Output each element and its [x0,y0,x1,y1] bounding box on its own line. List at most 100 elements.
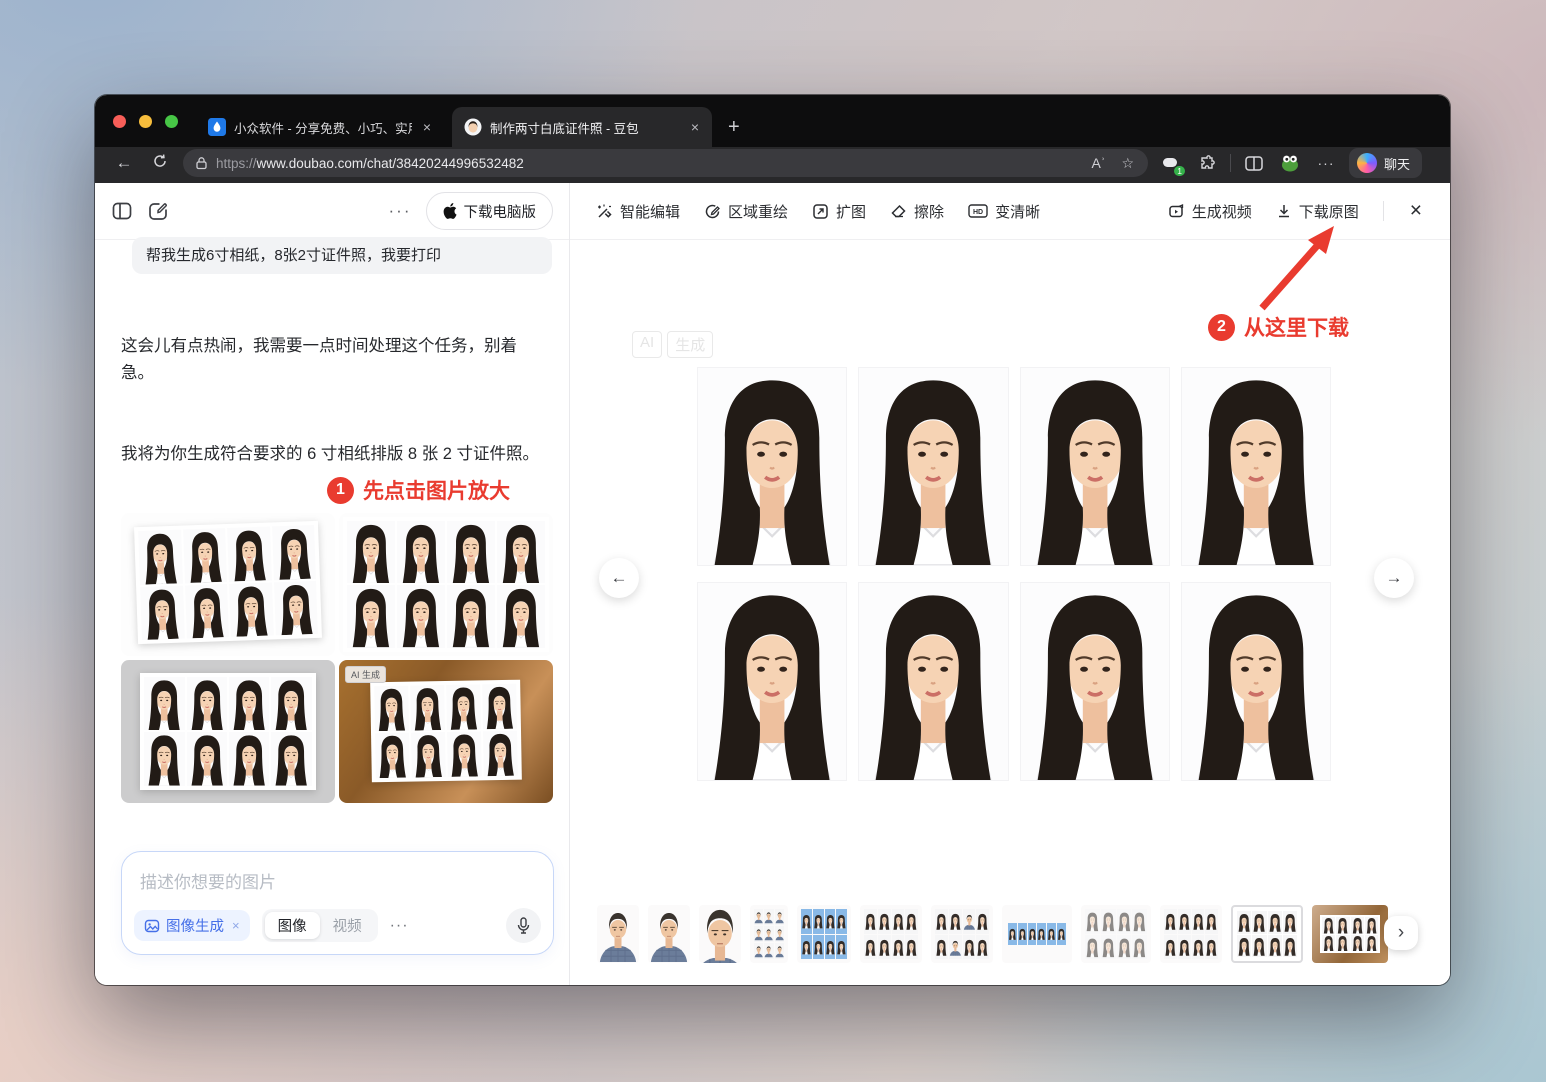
smart-edit-button[interactable]: 智能编辑 [596,201,680,222]
voice-input-button[interactable] [506,908,541,943]
erase-label: 擦除 [914,201,944,222]
annotation-1-text: 先点击图片放大 [363,475,510,505]
browser-titlebar: 小众软件 - 分享免费、小巧、实用 × 制作两寸白底证件照 - 豆包 × + [95,95,1450,147]
generated-image-1[interactable] [121,513,335,656]
strip-thumb-blue-row[interactable] [1002,905,1072,963]
generated-image-3[interactable] [121,660,335,803]
ai-generated-badge: AI 生成 [345,666,386,683]
extensions-puzzle-icon[interactable] [1194,151,1220,175]
id-photo [859,368,1007,565]
copilot-button[interactable]: 聊天 [1349,148,1422,178]
ai-watermark-a: AI [632,331,662,358]
id-photo [1021,583,1169,780]
microphone-icon [516,917,531,934]
image-viewer-panel: 智能编辑 区域重绘 扩图 擦除 HD 变清晰 [570,183,1450,985]
id-photo [1021,368,1169,565]
prompt-placeholder: 描述你想要的图片 [140,868,276,893]
tab1-close-icon[interactable]: × [420,119,434,135]
next-image-button[interactable]: → [1374,558,1414,598]
strip-thumb-man-3[interactable] [699,905,741,963]
strip-thumb-blue-grid[interactable] [797,905,851,963]
magic-wand-icon [596,203,613,220]
region-repaint-label: 区域重绘 [728,201,788,222]
tab-xiaozhong[interactable]: 小众软件 - 分享免费、小巧、实用 × [196,107,444,147]
back-button[interactable]: ← [111,153,137,173]
extension-badge: 1 [1173,165,1186,177]
tag-close-icon[interactable]: × [232,918,240,933]
refresh-button[interactable] [147,153,173,174]
annotation-2-text: 从这里下载 [1244,312,1349,342]
expand-image-label: 扩图 [836,201,866,222]
id-photo [1182,583,1330,780]
close-viewer-button[interactable]: × [1408,199,1424,223]
chat-more-menu[interactable]: ··· [389,201,412,221]
window-controls [95,95,196,147]
erase-button[interactable]: 擦除 [890,201,944,222]
strip-thumb-light-grid[interactable] [1081,905,1151,963]
thumbnail-strip [597,905,1425,963]
assistant-message-2: 我将为你生成符合要求的 6 寸相纸排版 8 张 2 寸证件照。 [121,441,549,468]
enhance-button[interactable]: HD 变清晰 [968,201,1040,222]
image-icon [144,918,160,934]
chat-panel: ··· 下载电脑版 帮我生成6寸相纸，8张2寸证件照，我要打印 这会儿有点热闹，… [95,183,570,985]
mode-video-option[interactable]: 视频 [320,915,375,936]
zoom-window-button[interactable] [165,115,178,128]
strip-thumb-woman-grid-1[interactable] [860,905,922,963]
mode-switch: 图像 视频 [262,909,378,942]
download-desktop-label: 下载电脑版 [464,201,537,222]
doubao-page: ··· 下载电脑版 帮我生成6寸相纸，8张2寸证件照，我要打印 这会儿有点热闹，… [95,183,1450,985]
strip-thumb-dark-grid[interactable] [1160,905,1222,963]
annotation-2-number: 2 [1208,314,1235,341]
browser-more-menu[interactable]: ··· [1313,155,1339,171]
tab-doubao[interactable]: 制作两寸白底证件照 - 豆包 × [452,107,712,147]
tab1-favicon-icon [208,118,226,136]
ai-watermark-b: 生成 [667,331,713,358]
address-bar[interactable]: https://www.doubao.com/chat/384202449965… [183,149,1148,177]
expand-image-button[interactable]: 扩图 [812,201,866,222]
browser-navbar: ← https://www.doubao.com/chat/3842024499… [95,147,1450,183]
download-desktop-button[interactable]: 下载电脑版 [426,192,554,230]
strip-thumb-selected[interactable] [1231,905,1303,963]
strip-thumb-wood[interactable] [1312,905,1388,963]
frog-extension-icon[interactable] [1277,151,1303,175]
url-text: https://www.doubao.com/chat/384202449965… [216,156,1079,171]
new-tab-button[interactable]: + [728,116,740,139]
prompt-composer[interactable]: 描述你想要的图片 图像生成 × 图像 视频 ··· [121,851,554,955]
read-aloud-icon[interactable]: Aʾ [1087,155,1109,171]
image-generation-label: 图像生成 [166,915,224,936]
extension-shortcut-icon[interactable]: 1 [1158,151,1184,175]
strip-thumb-man-1[interactable] [597,905,639,963]
image-generation-tag[interactable]: 图像生成 × [134,910,250,941]
split-screen-icon[interactable] [1241,151,1267,175]
favorite-star-icon[interactable]: ☆ [1117,155,1138,172]
strip-thumb-man-grid[interactable] [750,905,788,963]
id-photo [698,583,846,780]
generated-image-2[interactable] [339,513,553,656]
composer-more-menu[interactable]: ··· [390,917,409,935]
user-message: 帮我生成6寸相纸，8张2寸证件照，我要打印 [132,237,552,274]
generated-image-4[interactable]: AI 生成 [339,660,553,803]
strip-thumb-woman-grid-2[interactable] [931,905,993,963]
strip-next-button[interactable]: › [1384,916,1418,950]
annotation-step-2: 2 从这里下载 [1208,312,1349,342]
generate-video-button[interactable]: 生成视频 [1168,201,1252,222]
repaint-pen-icon [704,203,721,220]
tab1-title: 小众软件 - 分享免费、小巧、实用 [234,118,412,137]
browser-window: 小众软件 - 分享免费、小巧、实用 × 制作两寸白底证件照 - 豆包 × + ←… [95,95,1450,985]
previous-image-button[interactable]: ← [599,558,639,598]
annotation-arrow [1242,216,1352,316]
sidebar-toggle-icon[interactable] [111,200,133,222]
strip-thumb-man-2[interactable] [648,905,690,963]
id-photo-sheet [698,368,1330,780]
new-chat-icon[interactable] [147,200,169,222]
minimize-window-button[interactable] [139,115,152,128]
assistant-message-1: 这会儿有点热闹，我需要一点时间处理这个任务，别着急。 [121,333,549,387]
composer-toolbar: 图像生成 × 图像 视频 ··· [134,908,541,943]
svg-text:HD: HD [973,209,983,216]
region-repaint-button[interactable]: 区域重绘 [704,201,788,222]
tab2-close-icon[interactable]: × [688,119,702,135]
close-window-button[interactable] [113,115,126,128]
mode-image-option[interactable]: 图像 [265,912,320,939]
id-photo [698,368,846,565]
expand-icon [812,203,829,220]
